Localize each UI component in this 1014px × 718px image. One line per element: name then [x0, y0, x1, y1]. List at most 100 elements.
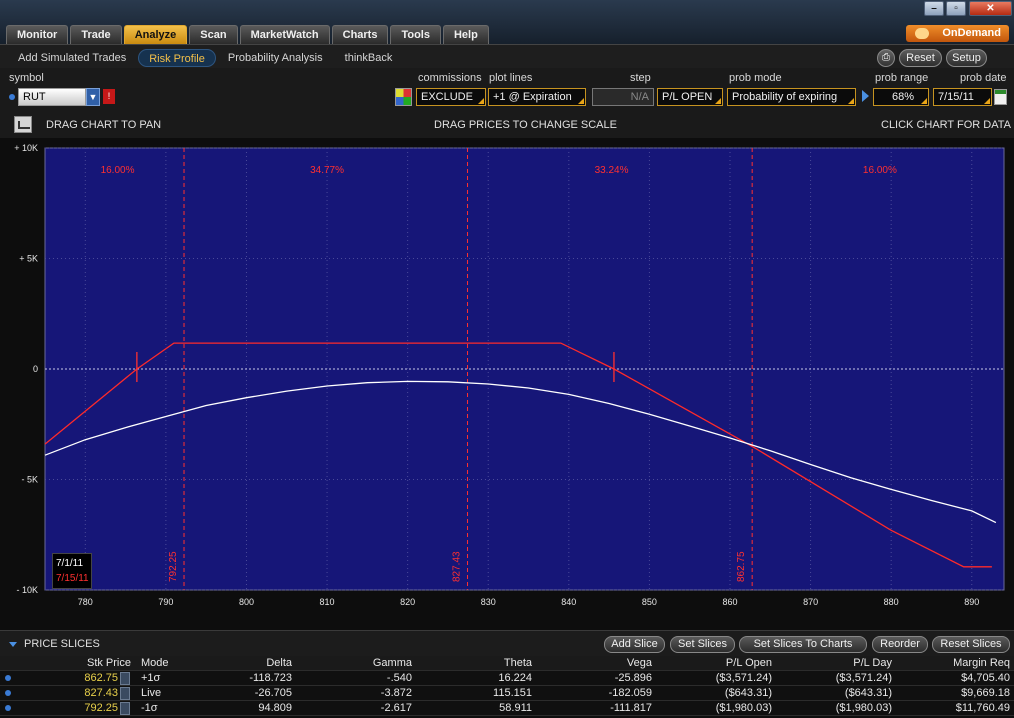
margin-req-cell: $9,669.18: [961, 687, 1010, 699]
pl-day-cell: ($643.31): [844, 687, 892, 699]
prob-date-value: 7/15/11: [938, 91, 974, 103]
tab-monitor[interactable]: Monitor: [6, 25, 69, 44]
step-mode-select[interactable]: P/L OPEN: [657, 88, 723, 106]
table-row[interactable]: 862.75 +1σ -118.723 -.540 16.224 -25.896…: [0, 671, 1014, 686]
symbol-input[interactable]: RUT: [18, 88, 86, 106]
region-probability-label: 16.00%: [863, 165, 897, 176]
table-row[interactable]: 792.25 -1σ 94.809 -2.617 58.911 -111.817…: [0, 701, 1014, 716]
set-slices-button[interactable]: Set Slices: [670, 636, 735, 653]
price-slices-table: Stk Price Mode Delta Gamma Theta Vega P/…: [0, 656, 1014, 716]
col-theta: Theta: [503, 657, 532, 669]
drag-scale-hint: DRAG PRICES TO CHANGE SCALE: [434, 119, 617, 131]
restore-icon[interactable]: ▫: [946, 1, 966, 16]
reorder-button[interactable]: Reorder: [872, 636, 928, 653]
stk-price-cell[interactable]: 827.43: [30, 686, 118, 701]
symbol-dropdown-icon[interactable]: ▼: [86, 88, 100, 106]
price-spinner-icon[interactable]: [120, 687, 130, 700]
delta-cell: -26.705: [254, 687, 292, 699]
symbol-dot-icon: [9, 94, 15, 100]
close-icon[interactable]: ✕: [969, 1, 1012, 16]
region-probability-label: 34.77%: [310, 165, 344, 176]
sigma-line-label: 792.25: [168, 551, 179, 582]
reset-button[interactable]: Reset: [899, 49, 942, 67]
mode-cell: -1σ: [141, 702, 158, 714]
minimize-icon[interactable]: –: [924, 1, 944, 16]
vega-cell: -182.059: [608, 687, 652, 699]
ondemand-icon: [915, 28, 929, 39]
subtab-risk-profile[interactable]: Risk Profile: [138, 49, 216, 67]
x-tick-label: 850: [642, 597, 657, 607]
risk-profile-chart[interactable]: 780 790 800 810 820 830 840 850 860 870 880 890 + 10…: [0, 138, 1014, 630]
tab-help[interactable]: Help: [442, 25, 489, 44]
col-pl-open: P/L Open: [725, 657, 772, 669]
tab-marketwatch[interactable]: MarketWatch: [239, 25, 330, 44]
tab-analyze[interactable]: Analyze: [123, 25, 188, 44]
subtab-add-simulated-trades[interactable]: Add Simulated Trades: [8, 49, 136, 67]
pl-day-cell: ($3,571.24): [835, 672, 892, 684]
prob-mode-select[interactable]: Probability of expiring: [727, 88, 856, 106]
main-tabs: Monitor Trade Analyze Scan MarketWatch C…: [6, 25, 491, 44]
price-spinner-icon[interactable]: [120, 672, 130, 685]
commissions-label: commissions: [418, 72, 482, 84]
prob-range-select[interactable]: 68%: [873, 88, 929, 106]
tab-tools[interactable]: Tools: [390, 25, 441, 44]
sigma-line-label: 862.75: [736, 551, 747, 582]
symbol-flag-icon[interactable]: !: [103, 89, 115, 104]
prob-range-value: 68%: [891, 91, 914, 103]
price-spinner-icon[interactable]: [120, 702, 130, 715]
drag-pan-hint: DRAG CHART TO PAN: [46, 119, 162, 131]
set-slices-to-charts-button[interactable]: Set Slices To Charts: [739, 636, 867, 653]
sub-tab-bar: Add Simulated Trades Risk Profile Probab…: [0, 44, 1014, 68]
x-tick-label: 880: [884, 597, 899, 607]
col-delta: Delta: [266, 657, 292, 669]
step-label: step: [630, 72, 651, 84]
theta-cell: 115.151: [493, 687, 532, 699]
x-tick-label: 830: [481, 597, 496, 607]
vega-cell: -111.817: [610, 702, 652, 714]
col-pl-day: P/L Day: [853, 657, 892, 669]
row-dot-icon: [5, 705, 11, 711]
tab-charts[interactable]: Charts: [331, 25, 389, 44]
add-slice-button[interactable]: Add Slice: [604, 636, 665, 653]
gamma-cell: -.540: [386, 672, 412, 684]
row-dot-icon: [5, 690, 11, 696]
gamma-cell: -3.872: [380, 687, 412, 699]
stk-price-cell[interactable]: 792.25: [30, 701, 118, 716]
setup-button[interactable]: Setup: [946, 49, 987, 67]
commissions-select[interactable]: EXCLUDE: [416, 88, 486, 106]
row-dot-icon: [5, 675, 11, 681]
tab-scan[interactable]: Scan: [189, 25, 238, 44]
reset-slices-button[interactable]: Reset Slices: [932, 636, 1010, 653]
click-data-hint: CLICK CHART FOR DATA: [881, 119, 1011, 131]
subtab-thinkback[interactable]: thinkBack: [335, 49, 403, 67]
prob-expand-icon[interactable]: [862, 90, 869, 102]
gamma-cell: -2.617: [380, 702, 412, 714]
risk-profile-svg[interactable]: 780 790 800 810 820 830 840 850 860 870 880 890 + 10…: [0, 138, 1014, 630]
subtab-probability-analysis[interactable]: Probability Analysis: [218, 49, 333, 67]
pl-day-cell: ($1,980.03): [835, 702, 892, 714]
prob-date-label: prob date: [960, 72, 1007, 84]
step-input[interactable]: N/A: [592, 88, 654, 106]
margin-req-cell: $4,705.40: [961, 672, 1010, 684]
print-icon[interactable]: ⎙: [877, 49, 895, 67]
delta-cell: 94.809: [258, 702, 292, 714]
table-row[interactable]: 827.43 Live -26.705 -3.872 115.151 -182.…: [0, 686, 1014, 701]
prob-date-input[interactable]: 7/15/11: [933, 88, 992, 106]
chart-toolbar: DRAG CHART TO PAN DRAG PRICES TO CHANGE …: [0, 112, 1014, 138]
prob-mode-label: prob mode: [729, 72, 782, 84]
pl-open-cell: ($643.31): [724, 687, 772, 699]
plot-area: [44, 147, 1005, 591]
controls-row: symbol RUT ▼ ! commissions EXCLUDE plot …: [0, 68, 1014, 112]
region-probability-label: 33.24%: [595, 165, 629, 176]
commissions-icon[interactable]: [395, 88, 412, 106]
stk-price-cell[interactable]: 862.75: [30, 671, 118, 686]
calendar-icon[interactable]: [994, 89, 1007, 105]
commissions-value: EXCLUDE: [421, 91, 473, 103]
chart-style-icon[interactable]: [14, 116, 32, 133]
ondemand-button[interactable]: OnDemand: [906, 25, 1009, 42]
plot-lines-select[interactable]: +1 @ Expiration: [488, 88, 586, 106]
date-legend: 7/1/11 7/15/11: [52, 553, 92, 589]
collapse-arrow-icon[interactable]: [9, 642, 17, 647]
plot-lines-value: +1 @ Expiration: [493, 91, 572, 103]
tab-trade[interactable]: Trade: [70, 25, 122, 44]
